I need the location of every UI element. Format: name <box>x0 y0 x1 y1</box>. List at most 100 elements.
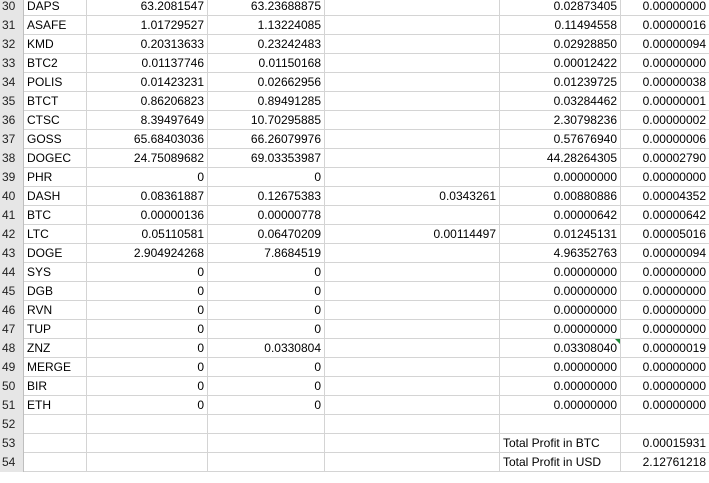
difference-cell[interactable]: 0.03284462 <box>500 92 621 111</box>
balance-start-cell[interactable]: 0 <box>87 320 208 339</box>
balance-start-cell[interactable]: 0 <box>87 282 208 301</box>
extra-value-cell[interactable] <box>325 282 500 301</box>
coin-name-cell[interactable]: DGB <box>24 282 87 301</box>
coin-name-cell[interactable]: KMD <box>24 35 87 54</box>
balance-start-cell[interactable]: 0 <box>87 263 208 282</box>
balance-end-cell[interactable]: 0.12675383 <box>208 187 325 206</box>
extra-value-cell[interactable] <box>325 339 500 358</box>
balance-end-cell[interactable]: 69.03353987 <box>208 149 325 168</box>
difference-cell[interactable]: 0.00000642 <box>500 206 621 225</box>
profit-btc-cell[interactable]: 0.00000006 <box>621 130 709 149</box>
balance-start-cell[interactable]: 0 <box>87 339 208 358</box>
row-header[interactable]: 51 <box>0 396 24 415</box>
difference-cell[interactable]: 0.01239725 <box>500 73 621 92</box>
extra-value-cell[interactable]: 0.0343261 <box>325 187 500 206</box>
profit-btc-cell[interactable]: 0.00000000 <box>621 263 709 282</box>
balance-start-cell[interactable]: 0 <box>87 358 208 377</box>
difference-cell[interactable]: 0.00000000 <box>500 358 621 377</box>
difference-cell[interactable]: 0.01245131 <box>500 225 621 244</box>
row-header[interactable]: 50 <box>0 377 24 396</box>
balance-start-cell[interactable]: 0 <box>87 396 208 415</box>
extra-value-cell[interactable] <box>325 396 500 415</box>
extra-value-cell[interactable] <box>325 320 500 339</box>
empty-cell[interactable] <box>24 453 87 472</box>
balance-end-cell[interactable]: 66.26079976 <box>208 130 325 149</box>
row-header[interactable]: 47 <box>0 320 24 339</box>
row-header[interactable]: 42 <box>0 225 24 244</box>
difference-cell[interactable]: 0.00000000 <box>500 301 621 320</box>
profit-btc-cell[interactable]: 0.00000019 <box>621 339 709 358</box>
profit-btc-cell[interactable]: 0.00004352 <box>621 187 709 206</box>
balance-start-cell[interactable]: 0 <box>87 168 208 187</box>
profit-btc-cell[interactable]: 0.00000016 <box>621 16 709 35</box>
profit-btc-cell[interactable]: 0.00000000 <box>621 358 709 377</box>
profit-btc-cell[interactable]: 0.00000000 <box>621 301 709 320</box>
balance-start-cell[interactable]: 2.904924268 <box>87 244 208 263</box>
balance-end-cell[interactable]: 0.06470209 <box>208 225 325 244</box>
row-header[interactable]: 48 <box>0 339 24 358</box>
row-header[interactable]: 44 <box>0 263 24 282</box>
row-header[interactable]: 53 <box>0 434 24 453</box>
balance-start-cell[interactable]: 0.01137746 <box>87 54 208 73</box>
coin-name-cell[interactable]: ETH <box>24 396 87 415</box>
profit-btc-cell[interactable]: 0.00000000 <box>621 282 709 301</box>
profit-btc-cell[interactable]: 0.00000002 <box>621 111 709 130</box>
row-header[interactable]: 54 <box>0 453 24 472</box>
balance-end-cell[interactable]: 0.23242483 <box>208 35 325 54</box>
coin-name-cell[interactable]: BIR <box>24 377 87 396</box>
balance-start-cell[interactable]: 0.01423231 <box>87 73 208 92</box>
coin-name-cell[interactable]: POLIS <box>24 73 87 92</box>
coin-name-cell[interactable]: BTCT <box>24 92 87 111</box>
coin-name-cell[interactable]: RVN <box>24 301 87 320</box>
row-header[interactable]: 39 <box>0 168 24 187</box>
balance-end-cell[interactable]: 0 <box>208 396 325 415</box>
total-value-cell[interactable]: 0.00015931 <box>621 434 709 453</box>
coin-name-cell[interactable]: MERGE <box>24 358 87 377</box>
balance-start-cell[interactable]: 63.2081547 <box>87 0 208 16</box>
profit-btc-cell[interactable]: 0.00000000 <box>621 168 709 187</box>
coin-name-cell[interactable]: GOSS <box>24 130 87 149</box>
balance-end-cell[interactable]: 0 <box>208 263 325 282</box>
extra-value-cell[interactable] <box>325 73 500 92</box>
balance-end-cell[interactable]: 0.01150168 <box>208 54 325 73</box>
coin-name-cell[interactable] <box>24 415 87 434</box>
balance-start-cell[interactable]: 1.01729527 <box>87 16 208 35</box>
difference-cell[interactable]: 0.02928850 <box>500 35 621 54</box>
coin-name-cell[interactable]: TUP <box>24 320 87 339</box>
difference-cell[interactable]: 0.02873405 <box>500 0 621 16</box>
row-header[interactable]: 49 <box>0 358 24 377</box>
extra-value-cell[interactable] <box>325 54 500 73</box>
total-label-cell[interactable]: Total Profit in USD <box>500 453 621 472</box>
row-header[interactable]: 52 <box>0 415 24 434</box>
profit-btc-cell[interactable]: 0.00000000 <box>621 377 709 396</box>
extra-value-cell[interactable]: 0.00114497 <box>325 225 500 244</box>
difference-cell[interactable]: 0.00000000 <box>500 396 621 415</box>
coin-name-cell[interactable]: DOGE <box>24 244 87 263</box>
balance-end-cell[interactable]: 0 <box>208 282 325 301</box>
profit-btc-cell[interactable]: 0.00000000 <box>621 54 709 73</box>
coin-name-cell[interactable]: LTC <box>24 225 87 244</box>
coin-name-cell[interactable]: ZNZ <box>24 339 87 358</box>
extra-value-cell[interactable] <box>325 16 500 35</box>
balance-end-cell[interactable]: 0.02662956 <box>208 73 325 92</box>
balance-start-cell[interactable]: 0.00000136 <box>87 206 208 225</box>
coin-name-cell[interactable]: DAPS <box>24 0 87 16</box>
coin-name-cell[interactable]: CTSC <box>24 111 87 130</box>
empty-cell[interactable] <box>87 434 208 453</box>
coin-name-cell[interactable]: DOGEC <box>24 149 87 168</box>
balance-start-cell[interactable]: 0.05110581 <box>87 225 208 244</box>
empty-cell[interactable] <box>325 434 500 453</box>
balance-end-cell[interactable]: 0 <box>208 168 325 187</box>
row-header[interactable]: 38 <box>0 149 24 168</box>
empty-cell[interactable] <box>325 453 500 472</box>
extra-value-cell[interactable] <box>325 111 500 130</box>
difference-cell[interactable]: 0.00000000 <box>500 168 621 187</box>
balance-end-cell[interactable]: 0.0330804 <box>208 339 325 358</box>
difference-cell[interactable]: 0.00000000 <box>500 377 621 396</box>
balance-start-cell[interactable] <box>87 415 208 434</box>
row-header[interactable]: 43 <box>0 244 24 263</box>
balance-end-cell[interactable]: 0.89491285 <box>208 92 325 111</box>
extra-value-cell[interactable] <box>325 149 500 168</box>
balance-start-cell[interactable]: 24.75089682 <box>87 149 208 168</box>
coin-name-cell[interactable]: BTC <box>24 206 87 225</box>
